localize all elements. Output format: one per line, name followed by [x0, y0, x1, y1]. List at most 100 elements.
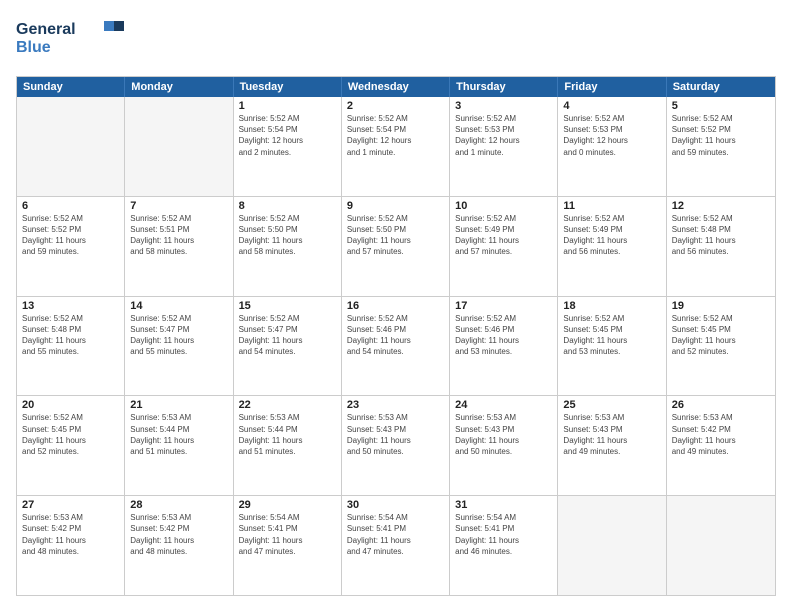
day-number: 19	[672, 300, 770, 312]
day-info: Sunrise: 5:54 AM Sunset: 5:41 PM Dayligh…	[347, 512, 444, 557]
day-info: Sunrise: 5:52 AM Sunset: 5:48 PM Dayligh…	[672, 213, 770, 258]
day-number: 24	[455, 399, 552, 411]
day-number: 29	[239, 499, 336, 511]
day-number: 5	[672, 100, 770, 112]
day-number: 31	[455, 499, 552, 511]
day-cell: 10Sunrise: 5:52 AM Sunset: 5:49 PM Dayli…	[450, 197, 558, 296]
day-info: Sunrise: 5:52 AM Sunset: 5:46 PM Dayligh…	[347, 313, 444, 358]
day-info: Sunrise: 5:52 AM Sunset: 5:47 PM Dayligh…	[130, 313, 227, 358]
day-info: Sunrise: 5:53 AM Sunset: 5:42 PM Dayligh…	[22, 512, 119, 557]
day-info: Sunrise: 5:52 AM Sunset: 5:49 PM Dayligh…	[455, 213, 552, 258]
day-number: 10	[455, 200, 552, 212]
day-number: 27	[22, 499, 119, 511]
day-info: Sunrise: 5:52 AM Sunset: 5:46 PM Dayligh…	[455, 313, 552, 358]
day-number: 15	[239, 300, 336, 312]
day-cell: 16Sunrise: 5:52 AM Sunset: 5:46 PM Dayli…	[342, 297, 450, 396]
logo: General Blue	[16, 16, 126, 66]
day-number: 17	[455, 300, 552, 312]
day-info: Sunrise: 5:53 AM Sunset: 5:43 PM Dayligh…	[563, 412, 660, 457]
day-info: Sunrise: 5:52 AM Sunset: 5:53 PM Dayligh…	[563, 113, 660, 158]
day-info: Sunrise: 5:52 AM Sunset: 5:47 PM Dayligh…	[239, 313, 336, 358]
day-cell: 2Sunrise: 5:52 AM Sunset: 5:54 PM Daylig…	[342, 97, 450, 196]
day-number: 20	[22, 399, 119, 411]
day-header-monday: Monday	[125, 77, 233, 97]
calendar-body: 1 Sunrise: 5:52 AM Sunset: 5:54 PM Daylig…	[17, 97, 775, 595]
day-info: Sunrise: 5:52 AM Sunset: 5:45 PM Dayligh…	[22, 412, 119, 457]
day-number: 26	[672, 399, 770, 411]
day-info: Sunrise: 5:52 AM Sunset: 5:50 PM Dayligh…	[239, 213, 336, 258]
day-number: 8	[239, 200, 336, 212]
day-info: Sunrise: 5:53 AM Sunset: 5:43 PM Dayligh…	[347, 412, 444, 457]
day-cell: 9Sunrise: 5:52 AM Sunset: 5:50 PM Daylig…	[342, 197, 450, 296]
day-cell: 1Sunrise: 5:52 AM Sunset: 5:54 PM Daylig…	[234, 97, 342, 196]
day-number: 12	[672, 200, 770, 212]
day-cell: 20Sunrise: 5:52 AM Sunset: 5:45 PM Dayli…	[17, 396, 125, 495]
day-number: 18	[563, 300, 660, 312]
day-cell: 22Sunrise: 5:53 AM Sunset: 5:44 PM Dayli…	[234, 396, 342, 495]
day-number: 4	[563, 100, 660, 112]
day-cell	[125, 97, 233, 196]
day-cell: 4Sunrise: 5:52 AM Sunset: 5:53 PM Daylig…	[558, 97, 666, 196]
day-number: 16	[347, 300, 444, 312]
day-info: Sunrise: 5:53 AM Sunset: 5:44 PM Dayligh…	[130, 412, 227, 457]
day-cell	[667, 496, 775, 595]
day-cell: 23Sunrise: 5:53 AM Sunset: 5:43 PM Dayli…	[342, 396, 450, 495]
day-cell: 6Sunrise: 5:52 AM Sunset: 5:52 PM Daylig…	[17, 197, 125, 296]
day-info: Sunrise: 5:52 AM Sunset: 5:52 PM Dayligh…	[672, 113, 770, 158]
day-cell: 24Sunrise: 5:53 AM Sunset: 5:43 PM Dayli…	[450, 396, 558, 495]
day-number: 14	[130, 300, 227, 312]
day-cell	[558, 496, 666, 595]
logo-block: General Blue	[16, 16, 126, 66]
day-info: Sunrise: 5:52 AM Sunset: 5:45 PM Dayligh…	[672, 313, 770, 358]
day-info: Sunrise: 5:53 AM Sunset: 5:44 PM Dayligh…	[239, 412, 336, 457]
day-cell: 12Sunrise: 5:52 AM Sunset: 5:48 PM Dayli…	[667, 197, 775, 296]
day-number: 25	[563, 399, 660, 411]
day-number: 1	[239, 100, 336, 112]
day-info: Sunrise: 5:52 AM Sunset: 5:54 PM Dayligh…	[347, 113, 444, 158]
day-cell: 7Sunrise: 5:52 AM Sunset: 5:51 PM Daylig…	[125, 197, 233, 296]
day-info: Sunrise: 5:52 AM Sunset: 5:48 PM Dayligh…	[22, 313, 119, 358]
day-cell: 21Sunrise: 5:53 AM Sunset: 5:44 PM Dayli…	[125, 396, 233, 495]
day-info: Sunrise: 5:52 AM Sunset: 5:50 PM Dayligh…	[347, 213, 444, 258]
day-info: Sunrise: 5:52 AM Sunset: 5:49 PM Dayligh…	[563, 213, 660, 258]
day-cell: 25Sunrise: 5:53 AM Sunset: 5:43 PM Dayli…	[558, 396, 666, 495]
day-info: Sunrise: 5:52 AM Sunset: 5:45 PM Dayligh…	[563, 313, 660, 358]
day-info: Sunrise: 5:53 AM Sunset: 5:42 PM Dayligh…	[130, 512, 227, 557]
day-cell: 26Sunrise: 5:53 AM Sunset: 5:42 PM Dayli…	[667, 396, 775, 495]
day-info: Sunrise: 5:52 AM Sunset: 5:51 PM Dayligh…	[130, 213, 227, 258]
day-cell: 27Sunrise: 5:53 AM Sunset: 5:42 PM Dayli…	[17, 496, 125, 595]
week-row-5: 27Sunrise: 5:53 AM Sunset: 5:42 PM Dayli…	[17, 495, 775, 595]
calendar: SundayMondayTuesdayWednesdayThursdayFrid…	[16, 76, 776, 596]
day-header-saturday: Saturday	[667, 77, 775, 97]
day-cell: 13Sunrise: 5:52 AM Sunset: 5:48 PM Dayli…	[17, 297, 125, 396]
day-header-thursday: Thursday	[450, 77, 558, 97]
day-number: 11	[563, 200, 660, 212]
day-number: 28	[130, 499, 227, 511]
page: General Blue SundayMondayTuesdayWednesda…	[0, 0, 792, 612]
day-cell: 14Sunrise: 5:52 AM Sunset: 5:47 PM Dayli…	[125, 297, 233, 396]
day-cell: 3Sunrise: 5:52 AM Sunset: 5:53 PM Daylig…	[450, 97, 558, 196]
day-header-friday: Friday	[558, 77, 666, 97]
day-cell: 15Sunrise: 5:52 AM Sunset: 5:47 PM Dayli…	[234, 297, 342, 396]
day-number: 13	[22, 300, 119, 312]
day-number: 2	[347, 100, 444, 112]
header: General Blue	[16, 16, 776, 66]
day-cell: 19Sunrise: 5:52 AM Sunset: 5:45 PM Dayli…	[667, 297, 775, 396]
week-row-3: 13Sunrise: 5:52 AM Sunset: 5:48 PM Dayli…	[17, 296, 775, 396]
day-cell: 29Sunrise: 5:54 AM Sunset: 5:41 PM Dayli…	[234, 496, 342, 595]
day-info: Sunrise: 5:54 AM Sunset: 5:41 PM Dayligh…	[455, 512, 552, 557]
week-row-1: 1 Sunrise: 5:52 AM Sunset: 5:54 PM Daylig…	[17, 97, 775, 196]
day-cell: 30Sunrise: 5:54 AM Sunset: 5:41 PM Dayli…	[342, 496, 450, 595]
day-cell: 18Sunrise: 5:52 AM Sunset: 5:45 PM Dayli…	[558, 297, 666, 396]
svg-text:General: General	[16, 21, 76, 38]
day-cell: 31Sunrise: 5:54 AM Sunset: 5:41 PM Dayli…	[450, 496, 558, 595]
day-header-tuesday: Tuesday	[234, 77, 342, 97]
day-cell: 8Sunrise: 5:52 AM Sunset: 5:50 PM Daylig…	[234, 197, 342, 296]
day-info: Sunrise: 5:52 AM Sunset: 5:53 PM Dayligh…	[455, 113, 552, 158]
day-number: 21	[130, 399, 227, 411]
day-info: Sunrise: 5:52 AM Sunset: 5:52 PM Dayligh…	[22, 213, 119, 258]
day-headers: SundayMondayTuesdayWednesdayThursdayFrid…	[17, 77, 775, 97]
day-number: 30	[347, 499, 444, 511]
day-header-wednesday: Wednesday	[342, 77, 450, 97]
day-info: Sunrise: 5:54 AM Sunset: 5:41 PM Dayligh…	[239, 512, 336, 557]
